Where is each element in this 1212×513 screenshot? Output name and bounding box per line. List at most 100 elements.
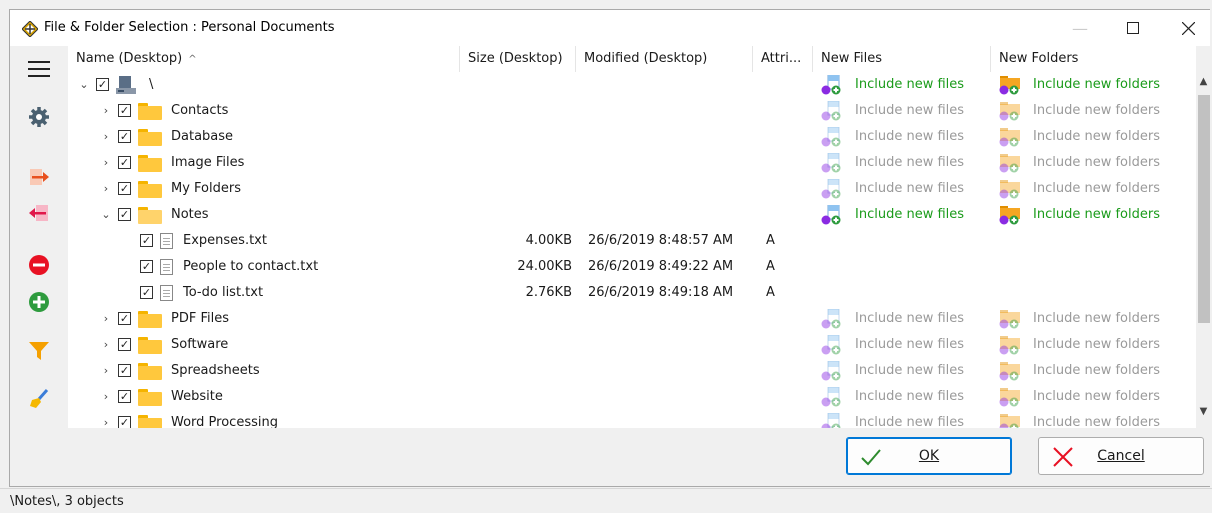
new-folders-rule[interactable]: Include new folders: [1033, 306, 1160, 332]
checkbox[interactable]: ✓: [140, 234, 153, 247]
new-folders-icon: [998, 413, 1024, 428]
chevron-down-icon[interactable]: ⌄: [78, 72, 90, 98]
new-folders-icon: [998, 179, 1024, 199]
chevron-right-icon[interactable]: ›: [100, 150, 112, 176]
chevron-right-icon[interactable]: ›: [100, 410, 112, 428]
title-bar[interactable]: File & Folder Selection : Personal Docum…: [10, 10, 1210, 46]
chevron-right-icon[interactable]: ›: [100, 176, 112, 202]
new-folders-rule[interactable]: Include new folders: [1033, 72, 1160, 98]
checkbox[interactable]: ✓: [118, 182, 131, 195]
new-folders-rule[interactable]: Include new folders: [1033, 176, 1160, 202]
checkbox[interactable]: ✓: [140, 286, 153, 299]
tree-row[interactable]: › ✓ Image Files Include new files Include ne…: [68, 150, 1196, 176]
col-attributes[interactable]: Attri...: [753, 46, 813, 72]
include-button[interactable]: [26, 164, 52, 190]
checkbox[interactable]: ✓: [118, 364, 131, 377]
minimize-button[interactable]: —: [1057, 10, 1103, 46]
chevron-right-icon[interactable]: ›: [100, 358, 112, 384]
scroll-down-icon[interactable]: ▼: [1196, 406, 1211, 422]
new-files-rule[interactable]: Include new files: [855, 358, 964, 384]
new-files-rule[interactable]: Include new files: [855, 72, 964, 98]
item-attributes: A: [766, 259, 775, 274]
checkbox[interactable]: ✓: [96, 78, 109, 91]
new-files-icon: [820, 100, 846, 121]
tree-row[interactable]: ✓ Expenses.txt 4.00KB 26/6/2019 8:48:57 AM A: [68, 228, 1196, 254]
settings-button[interactable]: [26, 104, 52, 130]
chevron-right-icon[interactable]: ›: [100, 384, 112, 410]
remove-button[interactable]: [26, 252, 52, 278]
new-folders-rule[interactable]: Include new folders: [1033, 332, 1160, 358]
new-files-rule[interactable]: Include new files: [855, 176, 964, 202]
tree-row[interactable]: › ✓ Word Processing Include new files Includ…: [68, 410, 1196, 428]
chevron-right-icon[interactable]: ›: [100, 98, 112, 124]
item-size: 24.00KB: [517, 259, 572, 274]
new-folders-icon: [998, 127, 1024, 147]
new-folders-rule[interactable]: Include new folders: [1033, 202, 1160, 228]
vertical-scrollbar[interactable]: ▲ ▼: [1196, 46, 1211, 428]
filter-button[interactable]: [26, 338, 52, 364]
tree-row[interactable]: › ✓ Spreadsheets Include new files Include n…: [68, 358, 1196, 384]
add-button[interactable]: [26, 289, 52, 315]
new-files-rule[interactable]: Include new files: [855, 384, 964, 410]
tree-row[interactable]: ✓ People to contact.txt 24.00KB 26/6/2019 8…: [68, 254, 1196, 280]
checkbox[interactable]: ✓: [118, 416, 131, 428]
item-name: Database: [171, 129, 234, 144]
tree-row[interactable]: ✓ To-do list.txt 2.76KB 26/6/2019 8:49:18 A…: [68, 280, 1196, 306]
tree-row[interactable]: › ✓ Database Include new files Include new f…: [68, 124, 1196, 150]
item-name: Contacts: [171, 103, 229, 118]
cancel-button[interactable]: Cancel: [1038, 437, 1204, 475]
menu-button[interactable]: [26, 56, 52, 82]
tree-row[interactable]: ⌄ ✓ Notes Include new files Include new fold…: [68, 202, 1196, 228]
new-files-rule[interactable]: Include new files: [855, 306, 964, 332]
checkbox[interactable]: ✓: [118, 312, 131, 325]
tree-row[interactable]: › ✓ PDF Files Include new files Include new …: [68, 306, 1196, 332]
tree-row[interactable]: › ✓ Software Include new files Include new f…: [68, 332, 1196, 358]
new-files-rule[interactable]: Include new files: [855, 150, 964, 176]
maximize-button[interactable]: [1110, 10, 1156, 46]
new-files-rule[interactable]: Include new files: [855, 124, 964, 150]
new-files-rule[interactable]: Include new files: [855, 98, 964, 124]
checkbox[interactable]: ✓: [118, 156, 131, 169]
checkbox[interactable]: ✓: [140, 260, 153, 273]
new-folders-rule[interactable]: Include new folders: [1033, 150, 1160, 176]
checkbox[interactable]: ✓: [118, 390, 131, 403]
close-button[interactable]: [1165, 10, 1211, 46]
new-files-rule[interactable]: Include new files: [855, 202, 964, 228]
tree-row[interactable]: › ✓ Contacts Include new files Include new f…: [68, 98, 1196, 124]
scroll-up-icon[interactable]: ▲: [1196, 76, 1211, 92]
new-folders-rule[interactable]: Include new folders: [1033, 98, 1160, 124]
col-modified[interactable]: Modified (Desktop): [576, 46, 753, 72]
folder-icon: [138, 337, 162, 354]
item-name: To-do list.txt: [183, 285, 264, 300]
new-files-rule[interactable]: Include new files: [855, 332, 964, 358]
col-new-files[interactable]: New Files: [813, 46, 991, 72]
checkbox[interactable]: ✓: [118, 130, 131, 143]
new-files-icon: [820, 412, 846, 428]
chevron-right-icon[interactable]: ›: [100, 332, 112, 358]
tree-row[interactable]: ⌄ ✓ \ Include new files Include new folders: [68, 72, 1196, 98]
exclude-button[interactable]: [26, 200, 52, 226]
text-file-icon: [160, 285, 173, 301]
checkbox[interactable]: ✓: [118, 338, 131, 351]
folder-icon: [138, 207, 162, 224]
ok-button[interactable]: OK: [846, 437, 1012, 475]
col-new-folders[interactable]: New Folders: [991, 46, 1196, 72]
new-folders-rule[interactable]: Include new folders: [1033, 358, 1160, 384]
new-files-icon: [820, 178, 846, 199]
new-folders-rule[interactable]: Include new folders: [1033, 410, 1160, 428]
chevron-right-icon[interactable]: ›: [100, 306, 112, 332]
new-files-rule[interactable]: Include new files: [855, 410, 964, 428]
checkbox[interactable]: ✓: [118, 208, 131, 221]
chevron-down-icon[interactable]: ⌄: [100, 202, 112, 228]
col-size[interactable]: Size (Desktop): [460, 46, 576, 72]
new-folders-rule[interactable]: Include new folders: [1033, 384, 1160, 410]
tree-row[interactable]: › ✓ My Folders Include new files Include new…: [68, 176, 1196, 202]
clean-button[interactable]: [26, 386, 52, 412]
scroll-thumb[interactable]: [1198, 95, 1210, 323]
checkbox[interactable]: ✓: [118, 104, 131, 117]
app-icon: [22, 21, 38, 37]
new-folders-rule[interactable]: Include new folders: [1033, 124, 1160, 150]
chevron-right-icon[interactable]: ›: [100, 124, 112, 150]
col-name[interactable]: Name (Desktop) ^: [68, 46, 460, 72]
tree-row[interactable]: › ✓ Website Include new files Include new fo…: [68, 384, 1196, 410]
